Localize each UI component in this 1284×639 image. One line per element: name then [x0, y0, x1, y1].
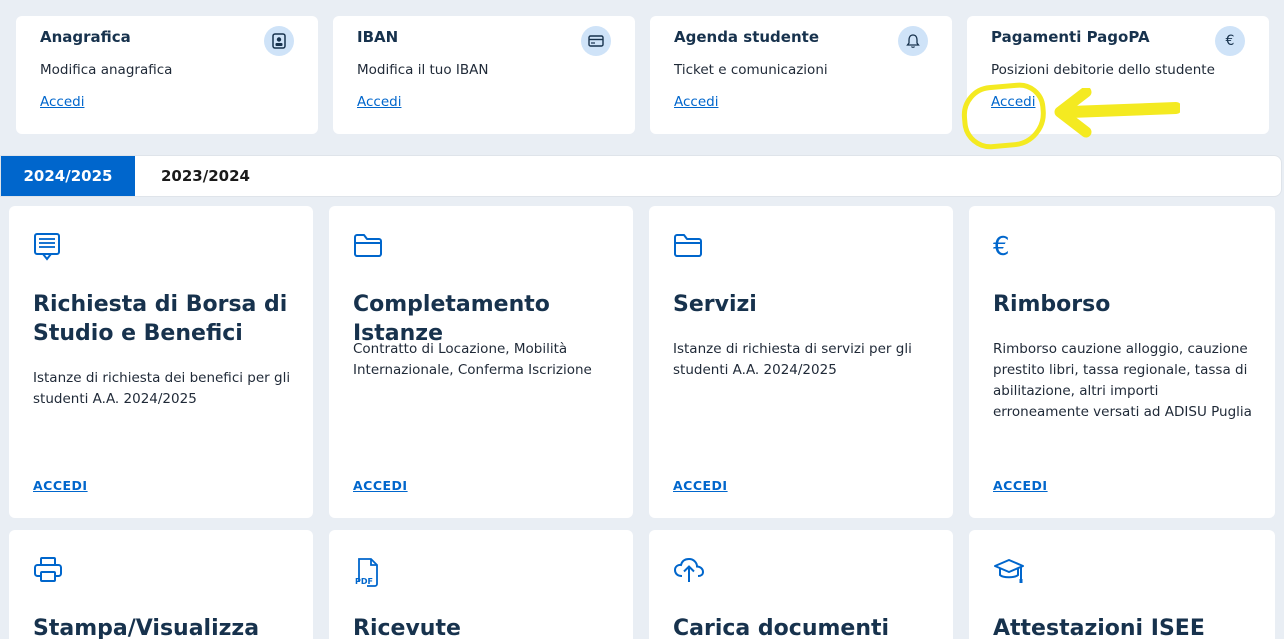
card-title: Rimborso	[993, 292, 1111, 317]
completamento-accedi-button[interactable]: ACCEDI	[353, 478, 408, 493]
card-carica-documenti[interactable]: Carica documenti	[649, 530, 953, 639]
anagrafica-accedi-link[interactable]: Accedi	[40, 94, 84, 110]
euro-icon: €	[993, 232, 1010, 262]
borsa-accedi-button[interactable]: ACCEDI	[33, 478, 88, 493]
card-completamento-istanze: Completamento Istanze Contratto di Locaz…	[329, 206, 633, 518]
pdf-file-icon: PDF	[353, 556, 387, 590]
quick-card-desc: Modifica il tuo IBAN	[357, 62, 489, 78]
quick-card-title: Agenda studente	[674, 28, 819, 46]
quick-card-desc: Ticket e comunicazioni	[674, 62, 828, 78]
academic-year-tabs: 2024/2025 2023/2024	[0, 155, 1282, 197]
card-rimborso: € Rimborso Rimborso cauzione alloggio, c…	[969, 206, 1275, 518]
pagopa-accedi-link[interactable]: Accedi	[991, 94, 1035, 110]
card-title: Servizi	[673, 292, 757, 317]
id-card-icon	[264, 26, 294, 56]
card-desc: Istanze di richiesta di servizi per gli …	[673, 341, 912, 378]
graduation-cap-icon	[993, 556, 1027, 590]
card-title: Ricevute	[353, 616, 461, 639]
quick-card-pagopa: Pagamenti PagoPA Posizioni debitorie del…	[967, 16, 1269, 134]
rimborso-accedi-button[interactable]: ACCEDI	[993, 478, 1048, 493]
agenda-accedi-link[interactable]: Accedi	[674, 94, 718, 110]
pdf-label: PDF	[355, 577, 373, 586]
card-ricevute[interactable]: PDF Ricevute	[329, 530, 633, 639]
card-attestazioni-isee[interactable]: Attestazioni ISEE	[969, 530, 1275, 639]
credit-card-icon	[581, 26, 611, 56]
servizi-accedi-button[interactable]: ACCEDI	[673, 478, 728, 493]
quick-card-agenda: Agenda studente Ticket e comunicazioni A…	[650, 16, 952, 134]
card-desc: Rimborso cauzione alloggio, cauzione pre…	[993, 341, 1252, 420]
card-stampa-visualizza[interactable]: Stampa/Visualizza	[9, 530, 313, 639]
document-list-icon	[33, 232, 67, 266]
iban-accedi-link[interactable]: Accedi	[357, 94, 401, 110]
quick-card-iban: IBAN Modifica il tuo IBAN Accedi	[333, 16, 635, 134]
cloud-upload-icon	[673, 556, 707, 590]
folder-icon	[673, 232, 707, 266]
card-title: Richiesta di Borsa di Studio e Benefici	[33, 292, 288, 346]
quick-card-title: Anagrafica	[40, 28, 131, 46]
quick-card-title: Pagamenti PagoPA	[991, 28, 1150, 46]
quick-card-title: IBAN	[357, 28, 399, 46]
card-title: Carica documenti	[673, 616, 890, 639]
card-title: Attestazioni ISEE	[993, 616, 1205, 639]
quick-card-desc: Posizioni debitorie dello studente	[991, 62, 1215, 78]
quick-cards-row: Anagrafica Modifica anagrafica Accedi IB…	[16, 16, 1270, 134]
bell-icon	[898, 26, 928, 56]
card-desc: Contratto di Locazione, Mobilità Interna…	[353, 341, 592, 378]
card-borsa-di-studio: Richiesta di Borsa di Studio e Benefici …	[9, 206, 313, 518]
card-title: Stampa/Visualizza	[33, 616, 260, 639]
tab-2024-2025[interactable]: 2024/2025	[1, 156, 135, 196]
quick-card-anagrafica: Anagrafica Modifica anagrafica Accedi	[16, 16, 318, 134]
card-desc: Istanze di richiesta dei benefici per gl…	[33, 370, 291, 407]
quick-card-desc: Modifica anagrafica	[40, 62, 173, 78]
printer-icon	[33, 556, 67, 590]
euro-icon: €	[1215, 26, 1245, 56]
card-servizi: Servizi Istanze di richiesta di servizi …	[649, 206, 953, 518]
folder-icon	[353, 232, 387, 266]
tab-2023-2024[interactable]: 2023/2024	[135, 156, 276, 196]
